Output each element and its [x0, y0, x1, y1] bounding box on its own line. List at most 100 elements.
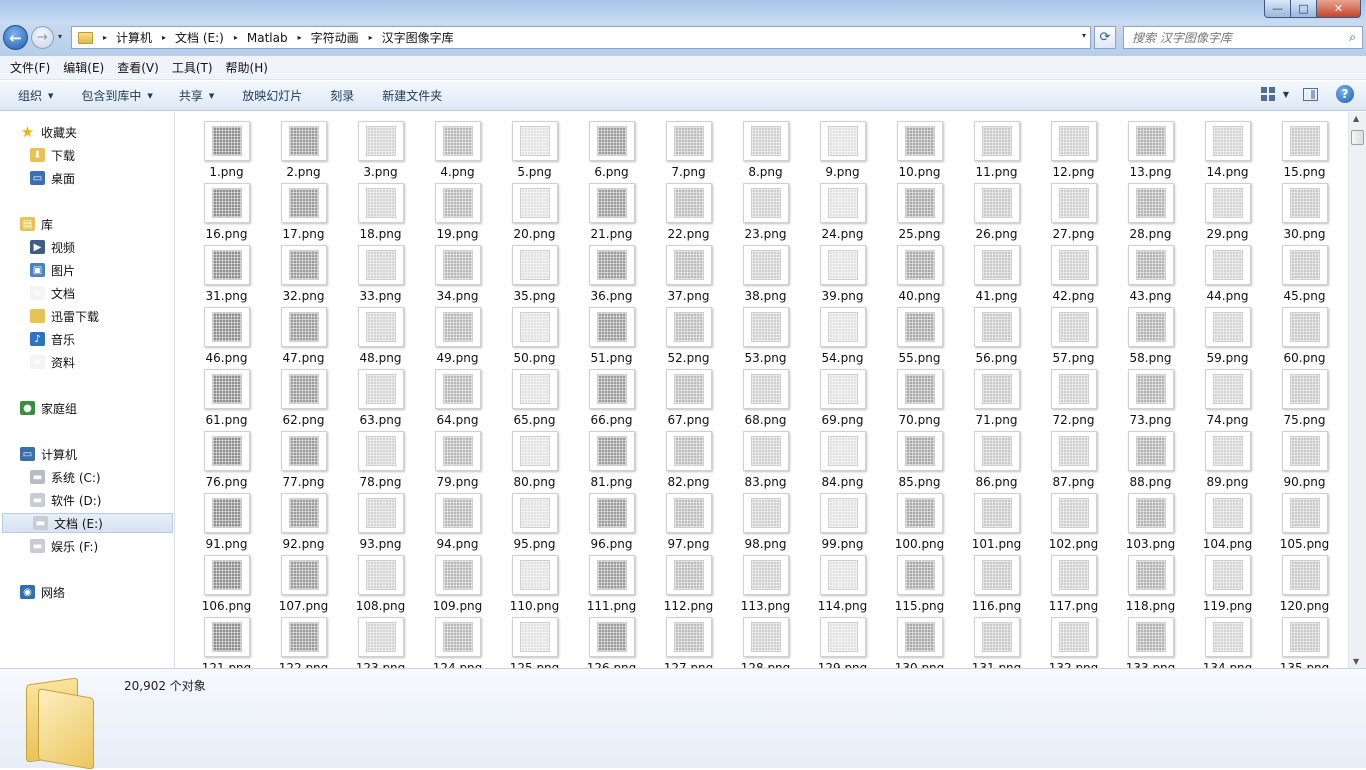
file-item[interactable]: 14.png [1189, 120, 1266, 182]
file-item[interactable]: 6.png [573, 120, 650, 182]
file-item[interactable]: 81.png [573, 430, 650, 492]
file-item[interactable]: 120.png [1266, 554, 1343, 616]
file-item[interactable]: 28.png [1112, 182, 1189, 244]
file-item[interactable]: 34.png [419, 244, 496, 306]
organize-button[interactable]: 组织 ▼ [8, 87, 63, 104]
sidebar-item[interactable]: ▣ 图片 [0, 260, 175, 280]
file-item[interactable]: 93.png [342, 492, 419, 554]
sidebar-item[interactable]: ▭ 计算机 [0, 444, 175, 464]
forward-button[interactable]: → [31, 26, 54, 49]
file-item[interactable]: 39.png [804, 244, 881, 306]
sidebar-item[interactable]: ♪ 音乐 [0, 329, 175, 349]
sidebar-item[interactable]: ▬ 系统 (C:) [0, 467, 175, 487]
file-item[interactable]: 37.png [650, 244, 727, 306]
file-item[interactable]: 35.png [496, 244, 573, 306]
file-item[interactable]: 121.png [188, 616, 265, 668]
file-item[interactable]: 21.png [573, 182, 650, 244]
breadcrumb-separator[interactable]: ▸ [298, 33, 302, 42]
file-item[interactable]: 30.png [1266, 182, 1343, 244]
file-item[interactable]: 38.png [727, 244, 804, 306]
file-item[interactable]: 72.png [1035, 368, 1112, 430]
file-item[interactable]: 50.png [496, 306, 573, 368]
menu-edit[interactable]: 编辑(E) [57, 59, 110, 76]
include-in-library-button[interactable]: 包含到库中 ▼ [71, 87, 162, 104]
file-item[interactable]: 91.png [188, 492, 265, 554]
file-item[interactable]: 16.png [188, 182, 265, 244]
file-item[interactable]: 40.png [881, 244, 958, 306]
file-item[interactable]: 82.png [650, 430, 727, 492]
file-item[interactable]: 88.png [1112, 430, 1189, 492]
file-item[interactable]: 13.png [1112, 120, 1189, 182]
file-item[interactable]: 104.png [1189, 492, 1266, 554]
file-item[interactable]: 64.png [419, 368, 496, 430]
sidebar-item[interactable]: ≡ 资料 [0, 352, 175, 372]
file-item[interactable]: 47.png [265, 306, 342, 368]
file-item[interactable]: 63.png [342, 368, 419, 430]
file-item[interactable]: 119.png [1189, 554, 1266, 616]
file-item[interactable]: 18.png [342, 182, 419, 244]
file-item[interactable]: 115.png [881, 554, 958, 616]
file-item[interactable]: 36.png [573, 244, 650, 306]
file-item[interactable]: 55.png [881, 306, 958, 368]
sidebar-item[interactable]: ▭ 桌面 [0, 168, 175, 188]
file-item[interactable]: 61.png [188, 368, 265, 430]
file-item[interactable]: 87.png [1035, 430, 1112, 492]
file-item[interactable]: 53.png [727, 306, 804, 368]
file-item[interactable]: 4.png [419, 120, 496, 182]
sidebar-item[interactable]: ▬ 娱乐 (F:) [0, 536, 175, 556]
file-item[interactable]: 49.png [419, 306, 496, 368]
refresh-button[interactable]: ⟳ [1094, 26, 1116, 49]
file-item[interactable]: 135.png [1266, 616, 1343, 668]
file-item[interactable]: 80.png [496, 430, 573, 492]
file-item[interactable]: 43.png [1112, 244, 1189, 306]
file-item[interactable]: 56.png [958, 306, 1035, 368]
file-item[interactable]: 74.png [1189, 368, 1266, 430]
file-item[interactable]: 27.png [1035, 182, 1112, 244]
file-item[interactable]: 133.png [1112, 616, 1189, 668]
breadcrumb-separator[interactable]: ▸ [162, 33, 166, 42]
file-item[interactable]: 8.png [727, 120, 804, 182]
sidebar-item[interactable]: ◉ 网络 [0, 582, 175, 602]
file-item[interactable]: 48.png [342, 306, 419, 368]
file-item[interactable]: 79.png [419, 430, 496, 492]
file-item[interactable]: 75.png [1266, 368, 1343, 430]
search-icon[interactable]: ⌕ [1349, 30, 1356, 45]
file-item[interactable]: 97.png [650, 492, 727, 554]
sidebar-item[interactable]: ▬ 软件 (D:) [0, 490, 175, 510]
file-item[interactable]: 57.png [1035, 306, 1112, 368]
preview-pane-icon[interactable] [1303, 87, 1318, 101]
file-item[interactable]: 51.png [573, 306, 650, 368]
address-bar[interactable]: ▸ 计算机 ▸ 文档 (E:) ▸ Matlab ▸ 字符动画 ▸ 汉字图像字库… [71, 26, 1091, 49]
file-item[interactable]: 99.png [804, 492, 881, 554]
file-item[interactable]: 95.png [496, 492, 573, 554]
file-item[interactable]: 92.png [265, 492, 342, 554]
back-button[interactable]: ← [3, 25, 28, 50]
slideshow-button[interactable]: 放映幻灯片 [232, 87, 312, 104]
file-item[interactable]: 70.png [881, 368, 958, 430]
file-item[interactable]: 83.png [727, 430, 804, 492]
file-item[interactable]: 22.png [650, 182, 727, 244]
file-item[interactable]: 7.png [650, 120, 727, 182]
file-item[interactable]: 110.png [496, 554, 573, 616]
file-item[interactable]: 19.png [419, 182, 496, 244]
file-item[interactable]: 94.png [419, 492, 496, 554]
file-item[interactable]: 112.png [650, 554, 727, 616]
file-item[interactable]: 15.png [1266, 120, 1343, 182]
sidebar-item[interactable]: ≡ 文档 [0, 283, 175, 303]
sidebar-item[interactable]: ★ 收藏夹 [0, 122, 175, 142]
file-item[interactable]: 45.png [1266, 244, 1343, 306]
file-item[interactable]: 84.png [804, 430, 881, 492]
file-item[interactable]: 3.png [342, 120, 419, 182]
file-item[interactable]: 113.png [727, 554, 804, 616]
menu-tools[interactable]: 工具(T) [166, 59, 219, 76]
file-item[interactable]: 134.png [1189, 616, 1266, 668]
file-item[interactable]: 5.png [496, 120, 573, 182]
file-item[interactable]: 103.png [1112, 492, 1189, 554]
file-item[interactable]: 89.png [1189, 430, 1266, 492]
file-item[interactable]: 68.png [727, 368, 804, 430]
file-item[interactable]: 9.png [804, 120, 881, 182]
sidebar-item[interactable]: ▤ 库 [0, 214, 175, 234]
sidebar-item[interactable]: ● 家庭组 [0, 398, 175, 418]
file-item[interactable]: 124.png [419, 616, 496, 668]
file-item[interactable]: 41.png [958, 244, 1035, 306]
